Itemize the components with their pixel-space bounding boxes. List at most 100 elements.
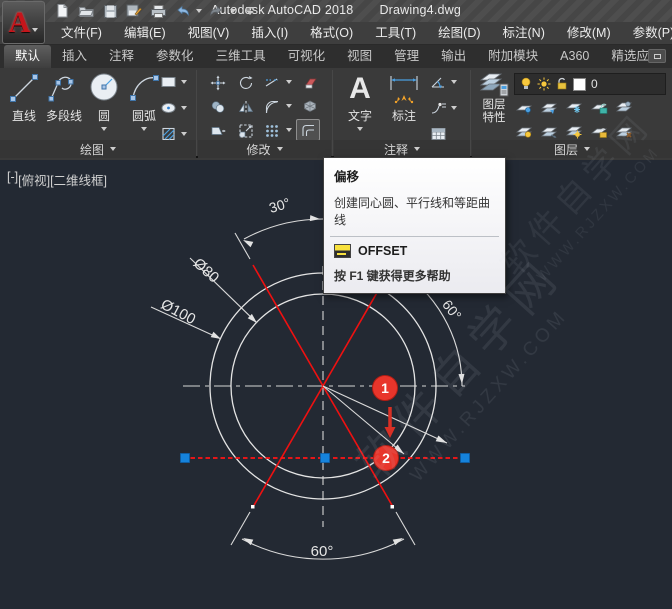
circle-tool-button[interactable]: 圆 (82, 71, 126, 131)
trim-flyout-icon[interactable] (286, 80, 292, 84)
erase-button[interactable] (298, 72, 322, 94)
dim-arc-top-30[interactable] (244, 219, 323, 239)
angular-flyout-icon[interactable] (451, 80, 457, 84)
copy-button[interactable] (206, 96, 230, 118)
line-tool-button[interactable]: 直线 (2, 71, 46, 124)
tab-insert[interactable]: 插入 (51, 45, 98, 68)
redo-button[interactable] (206, 2, 226, 20)
dim-text-60-right[interactable]: 60° (439, 297, 465, 324)
array-flyout-icon[interactable] (286, 128, 292, 132)
plot-button[interactable] (148, 2, 168, 20)
stretch-button[interactable] (206, 120, 230, 142)
menu-tools[interactable]: 工具(T) (364, 22, 427, 44)
grip-right[interactable] (461, 454, 470, 463)
polyline-icon (46, 71, 82, 105)
offset-button[interactable] (296, 119, 320, 141)
panel-label-modify[interactable]: 修改 (198, 140, 331, 158)
tab-home[interactable]: 默认 (4, 45, 51, 68)
qat-customize-button[interactable] (240, 2, 260, 20)
panel-label-layers[interactable]: 图层 (472, 140, 672, 158)
redo-dropdown[interactable] (230, 9, 236, 13)
undo-button[interactable] (172, 2, 192, 20)
layer-off-icon[interactable] (516, 124, 534, 140)
leader-flyout-icon[interactable] (451, 106, 457, 110)
tab-3dtools[interactable]: 三维工具 (205, 45, 277, 68)
layer-isolate-icon[interactable] (516, 100, 534, 116)
explode-button[interactable] (298, 96, 322, 118)
layer-color-swatch[interactable] (573, 78, 586, 91)
mirror-button[interactable] (234, 96, 258, 118)
new-file-button[interactable] (52, 2, 72, 20)
application-menu-button[interactable]: A (2, 1, 45, 44)
svg-text:2: 2 (382, 450, 390, 466)
layer-properties-button[interactable]: 图层 特性 (474, 71, 514, 125)
layer-move-icon[interactable] (541, 124, 559, 140)
dia-text-100[interactable]: Ø100 (158, 296, 198, 328)
trim-button[interactable] (260, 72, 284, 94)
leader-button[interactable] (430, 100, 457, 116)
text-tool-button[interactable]: A 文字 (338, 71, 382, 131)
move-button[interactable] (206, 72, 230, 94)
menu-file[interactable]: 文件(F) (50, 22, 113, 44)
rectangle-tool-button[interactable] (160, 74, 187, 90)
tab-parametric[interactable]: 参数化 (145, 45, 205, 68)
layer-on-bulb-icon (520, 77, 532, 91)
ellipse-flyout-icon[interactable] (181, 106, 187, 110)
tab-visualize[interactable]: 可视化 (277, 45, 337, 68)
menu-modify[interactable]: 修改(M) (556, 22, 622, 44)
open-file-button[interactable] (76, 2, 96, 20)
polyline-tool-button[interactable]: 多段线 (42, 71, 86, 124)
viewport-visual-style-control[interactable]: [二维线框] (50, 170, 107, 189)
menu-view[interactable]: 视图(V) (177, 22, 241, 44)
layer-make-current-icon[interactable] (541, 100, 559, 116)
grip-middle[interactable] (321, 454, 330, 463)
circle-flyout-icon[interactable] (101, 127, 107, 131)
ribbon-minimize-button[interactable] (648, 49, 666, 63)
stretch-icon (210, 123, 226, 139)
menu-insert[interactable]: 插入(I) (240, 22, 299, 44)
dim-text-60-bottom[interactable]: 60° (311, 543, 334, 560)
layer-lock-icon[interactable] (591, 100, 609, 116)
array-icon (264, 123, 280, 139)
menu-draw[interactable]: 绘图(D) (427, 22, 491, 44)
fillet-button[interactable] (260, 96, 284, 118)
text-flyout-icon[interactable] (357, 127, 363, 131)
tab-view[interactable]: 视图 (336, 45, 383, 68)
dim-text-30[interactable]: 30° (267, 194, 292, 215)
viewport-view-control[interactable]: [俯视] (18, 170, 50, 189)
angular-dim-button[interactable] (430, 74, 457, 90)
tab-manage[interactable]: 管理 (383, 45, 430, 68)
dia-text-80[interactable]: Ø80 (190, 255, 222, 287)
grip-left[interactable] (181, 454, 190, 463)
save-as-button[interactable] (124, 2, 144, 20)
rotate-button[interactable] (234, 72, 258, 94)
arc-flyout-icon[interactable] (141, 127, 147, 131)
scale-button[interactable] (234, 120, 258, 142)
dimension-tool-button[interactable]: 标注 (382, 71, 426, 124)
viewport-menu-control[interactable]: [-] (7, 170, 18, 189)
menu-format[interactable]: 格式(O) (299, 22, 364, 44)
tab-output[interactable]: 输出 (430, 45, 477, 68)
panel-label-annotate[interactable]: 注释 (334, 140, 470, 158)
tab-annotate[interactable]: 注释 (98, 45, 145, 68)
autocad-logo-icon: A (9, 8, 31, 38)
layer-delete-icon[interactable] (616, 124, 634, 140)
tab-a360[interactable]: A360 (549, 45, 600, 68)
layer-freeze-icon[interactable] (566, 100, 584, 116)
undo-dropdown[interactable] (196, 9, 202, 13)
layer-thaw-icon[interactable] (566, 124, 584, 140)
panel-label-draw[interactable]: 绘图 (0, 140, 196, 158)
menu-edit[interactable]: 编辑(E) (113, 22, 177, 44)
menu-dimension[interactable]: 标注(N) (492, 22, 556, 44)
layer-unlock-tool-icon[interactable] (591, 124, 609, 140)
rectangle-flyout-icon[interactable] (181, 80, 187, 84)
ellipse-tool-button[interactable] (160, 100, 187, 116)
save-button[interactable] (100, 2, 120, 20)
menu-parametric[interactable]: 参数(P) (622, 22, 672, 44)
layer-dropdown[interactable]: 0 (514, 73, 666, 95)
tab-addins[interactable]: 附加模块 (477, 45, 549, 68)
fillet-flyout-icon[interactable] (286, 104, 292, 108)
hatch-flyout-icon[interactable] (181, 132, 187, 136)
layer-match-icon[interactable] (616, 100, 634, 116)
array-button[interactable] (260, 120, 284, 142)
